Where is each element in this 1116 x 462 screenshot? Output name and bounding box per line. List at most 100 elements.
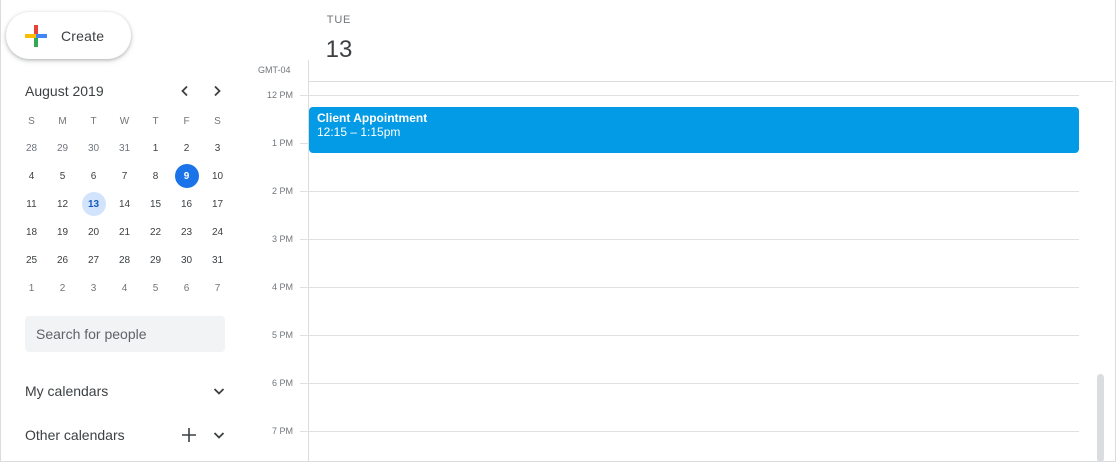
header-divider xyxy=(309,81,1113,82)
mini-calendar-today[interactable]: 9 xyxy=(171,162,202,190)
mini-calendar-day[interactable]: 3 xyxy=(78,274,109,302)
mini-calendar-day[interactable]: 8 xyxy=(140,162,171,190)
mini-calendar-day[interactable]: 6 xyxy=(78,162,109,190)
mini-calendar-day[interactable]: 28 xyxy=(109,246,140,274)
my-calendars-expand-button[interactable] xyxy=(209,381,229,401)
hour-label: 7 PM xyxy=(271,426,293,436)
mini-calendar-day[interactable]: 18 xyxy=(16,218,47,246)
day-date[interactable]: 13 xyxy=(309,36,369,64)
chevron-left-icon xyxy=(181,85,188,97)
day-number: 11 xyxy=(26,198,37,210)
day-number: 24 xyxy=(211,226,224,238)
mini-calendar-day[interactable]: 31 xyxy=(109,134,140,162)
chevron-down-icon xyxy=(213,388,225,395)
day-number: 19 xyxy=(56,226,69,238)
day-number: 2 xyxy=(183,142,190,154)
mini-calendar-day[interactable]: 29 xyxy=(47,134,78,162)
hour-label: 12 PM xyxy=(266,90,293,100)
chevron-right-icon xyxy=(214,85,221,97)
day-number: 16 xyxy=(180,198,193,210)
weekday-header: S xyxy=(214,115,221,127)
weekday-header: F xyxy=(183,115,190,127)
mini-calendar-day[interactable]: 16 xyxy=(171,190,202,218)
scrollbar[interactable] xyxy=(1097,374,1104,462)
next-month-button[interactable] xyxy=(204,78,230,104)
mini-calendar-day[interactable]: 5 xyxy=(140,274,171,302)
day-number: 13 xyxy=(81,192,106,216)
mini-calendar-day[interactable]: 2 xyxy=(171,134,202,162)
day-number: 2 xyxy=(59,282,66,294)
day-number: 5 xyxy=(152,282,159,294)
day-number: 14 xyxy=(118,198,131,210)
mini-calendar-day[interactable]: 24 xyxy=(202,218,233,246)
mini-calendar-day[interactable]: 28 xyxy=(16,134,47,162)
mini-calendar-day[interactable]: 7 xyxy=(109,162,140,190)
mini-calendar-day[interactable]: 27 xyxy=(78,246,109,274)
hour-gridline xyxy=(300,335,1079,336)
search-people-input[interactable] xyxy=(25,316,225,352)
mini-calendar-day[interactable]: 6 xyxy=(171,274,202,302)
day-of-week: TUE xyxy=(326,14,352,26)
mini-calendar-day[interactable]: 4 xyxy=(16,162,47,190)
mini-calendar-selected-day[interactable]: 13 xyxy=(78,190,109,218)
mini-calendar-day[interactable]: 5 xyxy=(47,162,78,190)
mini-calendar-day[interactable]: 4 xyxy=(109,274,140,302)
mini-calendar-title: August 2019 xyxy=(25,83,104,99)
day-number: 22 xyxy=(149,226,162,238)
mini-calendar-day[interactable]: 23 xyxy=(171,218,202,246)
mini-calendar-grid: S M T W T F S 28 29 30 31 1 2 3 4 5 6 7 8 9 10 11 12 13 14 15 16 17… xyxy=(16,108,232,302)
mini-calendar-day[interactable]: 1 xyxy=(16,274,47,302)
create-button[interactable]: Create xyxy=(6,12,131,59)
mini-calendar-day[interactable]: 7 xyxy=(202,274,233,302)
mini-calendar-day[interactable]: 1 xyxy=(140,134,171,162)
my-calendars-section[interactable]: My calendars xyxy=(25,376,229,406)
hour-label: 6 PM xyxy=(271,378,293,388)
mini-calendar-day[interactable]: 19 xyxy=(47,218,78,246)
mini-calendar-day[interactable]: 26 xyxy=(47,246,78,274)
mini-calendar-day[interactable]: 14 xyxy=(109,190,140,218)
other-calendars-expand-button[interactable] xyxy=(209,425,229,445)
mini-calendar-day[interactable]: 20 xyxy=(78,218,109,246)
weekday-header: W xyxy=(119,115,130,127)
mini-calendar-day[interactable]: 11 xyxy=(16,190,47,218)
mini-calendar-day[interactable]: 29 xyxy=(140,246,171,274)
mini-calendar-day[interactable]: 30 xyxy=(171,246,202,274)
event-client-appointment[interactable]: Client Appointment 12:15 – 1:15pm xyxy=(309,107,1079,153)
day-number: 31 xyxy=(118,142,131,154)
day-number: 15 xyxy=(149,198,162,210)
mini-calendar-day[interactable]: 2 xyxy=(47,274,78,302)
day-number: 3 xyxy=(214,142,221,154)
hour-gridline xyxy=(300,383,1079,384)
hour-label: 2 PM xyxy=(271,186,293,196)
hour-gridline xyxy=(300,287,1079,288)
mini-calendar-day[interactable]: 12 xyxy=(47,190,78,218)
mini-calendar-day[interactable]: 25 xyxy=(16,246,47,274)
mini-calendar-day[interactable]: 22 xyxy=(140,218,171,246)
hour-label: 4 PM xyxy=(271,282,293,292)
sidebar: Create August 2019 S M T W T F S 28 29 30 31 1 2 3 4 5 6… xyxy=(0,0,245,462)
mini-calendar-day[interactable]: 30 xyxy=(78,134,109,162)
mini-calendar-day[interactable]: 3 xyxy=(202,134,233,162)
weekday-header: M xyxy=(58,115,67,127)
chevron-down-icon xyxy=(213,432,225,439)
mini-calendar-day[interactable]: 10 xyxy=(202,162,233,190)
day-number: 29 xyxy=(149,254,162,266)
add-other-calendar-button[interactable] xyxy=(179,425,199,445)
day-number: 10 xyxy=(211,170,224,182)
mini-calendar-day[interactable]: 31 xyxy=(202,246,233,274)
day-number: 1 xyxy=(152,142,159,154)
hour-gridline xyxy=(300,431,1079,432)
mini-calendar-day[interactable]: 21 xyxy=(109,218,140,246)
hour-gridline xyxy=(300,191,1079,192)
day-number: 21 xyxy=(118,226,131,238)
day-number: 28 xyxy=(118,254,131,266)
other-calendars-section[interactable]: Other calendars xyxy=(25,420,229,450)
prev-month-button[interactable] xyxy=(172,78,198,104)
hour-gridline xyxy=(300,95,1079,96)
day-number: 23 xyxy=(180,226,193,238)
mini-calendar-day[interactable]: 17 xyxy=(202,190,233,218)
day-number: 6 xyxy=(183,282,190,294)
day-number: 28 xyxy=(25,142,38,154)
day-number: 30 xyxy=(87,142,100,154)
mini-calendar-day[interactable]: 15 xyxy=(140,190,171,218)
